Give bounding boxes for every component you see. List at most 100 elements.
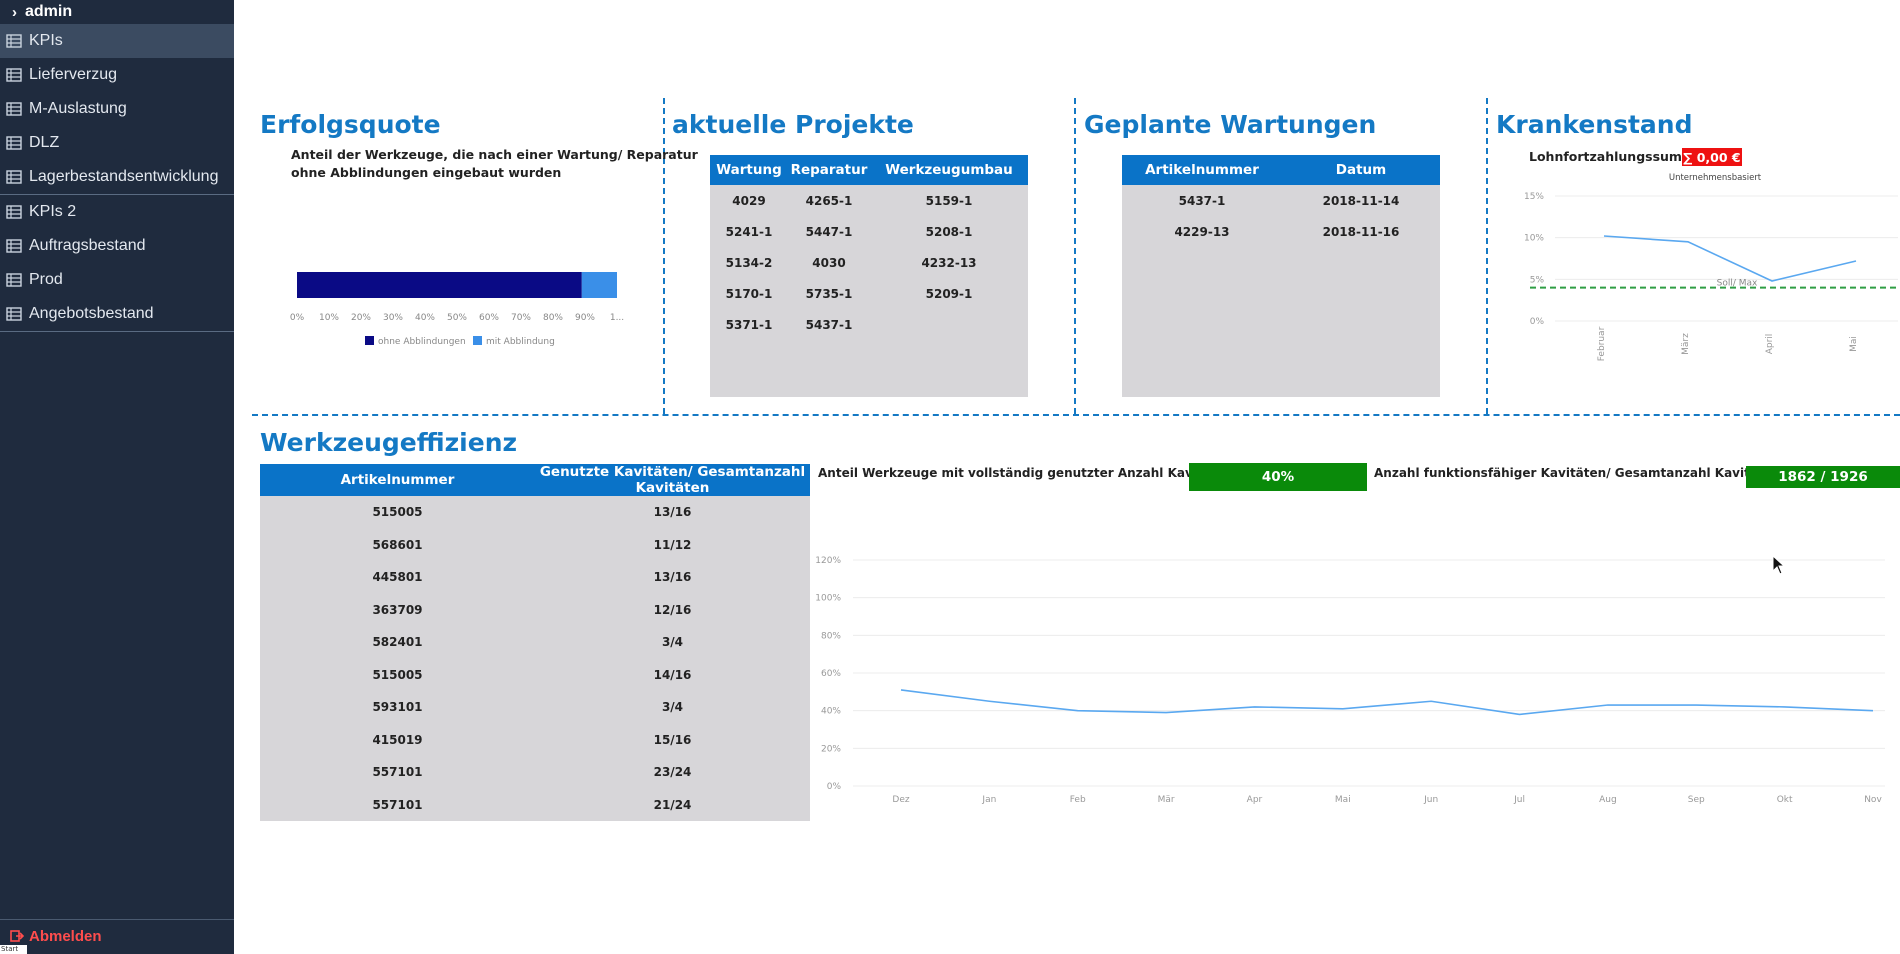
sidebar-item-angebotsbestand[interactable]: Angebotsbestand [0,297,234,331]
effizienz-chart: 0% 20% 40% 60% 80% 100% 120% Dez Jan Feb Mär Apr Mai… [815,556,1885,805]
user-menu[interactable]: › admin [0,0,234,24]
table-icon [6,205,22,219]
projekte-table: Wartung Reparatur Werkzeugumbau 4029 4265-1… [710,155,1028,340]
tick-label: 10% [319,313,339,323]
table-cell: 23/24 [653,765,692,780]
tick-label: Dez [892,795,909,805]
sidebar-item-kpis-2[interactable]: KPIs 2 [0,195,234,229]
sidebar-item-label: DLZ [29,134,60,151]
column-header: Wartung [710,155,788,185]
section-divider-horizontal [252,414,1900,416]
section-divider [1074,98,1076,414]
wartungen-table: Artikelnummer Datum 5437-1 2018-11-14 4229-… [1122,155,1440,247]
table-cell: 557101 [372,797,423,812]
chevron-right-icon: › [12,3,17,21]
table-row: 593101 3/4 [260,691,810,724]
sidebar-item-label: Lieferverzug [29,66,118,83]
table-icon [6,102,22,116]
bar-segment [297,272,582,298]
table-cell: 4232-13 [921,255,977,270]
nav-group-1: KPIs Lieferverzug M-Auslastung DLZ Lagerbest… [0,24,234,194]
tick-label: 30% [383,313,403,323]
section-divider [1486,98,1488,414]
nav-divider [0,331,234,332]
tick-label: Sep [1688,795,1705,805]
table-cell: 515005 [372,505,423,520]
sidebar-item-m-auslastung[interactable]: M-Auslastung [0,92,234,126]
logout-button[interactable]: Abmelden [0,919,234,952]
table-cell: 5371-1 [725,317,773,332]
tick-label: 40% [415,313,435,323]
tick-label: 15% [1524,192,1544,202]
sidebar-item-dlz[interactable]: DLZ [0,126,234,160]
table-cell: 4229-13 [1174,224,1230,239]
tick-label: 5% [1530,275,1545,285]
tick-label: Okt [1777,795,1793,805]
effizienz-title: Werkzeugeffizienz [260,428,518,457]
table-cell: 593101 [372,700,423,715]
tick-label: 20% [351,313,371,323]
erfolgsquote-subtitle: Anteil der Werkzeuge, die nach einer War… [291,146,698,182]
table-cell: 12/16 [653,602,692,617]
sidebar-item-auftragsbestand[interactable]: Auftragsbestand [0,229,234,263]
table-cell: 582401 [372,635,423,650]
table-cell: 4265-1 [805,193,853,208]
tick-label: Mai [1849,336,1859,352]
table-cell: 11/12 [653,537,692,552]
sidebar: › admin KPIs Lieferverzug M-Auslastung DLZ L… [0,0,234,954]
sidebar-item-prod[interactable]: Prod [0,263,234,297]
erfolgsquote-chart: 0% 10% 20% 30% 40% 50% 60% 70% 80% 90% 1... ohne Ab… [290,272,624,347]
table-cell: 5437-1 [1178,193,1226,208]
column-header: Genutzte Kavitäten/ Gesamtanzahl Kavität… [535,464,810,496]
logout-icon [10,930,24,942]
table-row: 515005 14/16 [260,659,810,692]
table-icon [6,239,22,253]
tick-label: 0% [827,782,842,792]
sidebar-item-lieferverzug[interactable]: Lieferverzug [0,58,234,92]
table-cell: 5159-1 [925,193,973,208]
kpi1-label: Anteil Werkzeuge mit vollständig genutzt… [818,466,1234,480]
table-row: 4229-13 2018-11-16 [1122,216,1440,247]
tick-label: 70% [511,313,531,323]
legend-label: mit Abblindung [486,337,555,347]
table-cell: 4029 [732,193,766,208]
tick-label: Mai [1335,795,1351,805]
reference-line-label: Soll/ Max [1717,279,1758,289]
kpi1-value: 40% [1189,463,1367,491]
wartungen-title: Geplante Wartungen [1084,110,1377,139]
tick-label: 0% [1530,317,1545,327]
kpi2-value: 1862 / 1926 [1746,466,1900,488]
table-cell: 5447-1 [805,224,853,239]
column-header: Werkzeugumbau [870,155,1028,185]
table-row: 5437-1 2018-11-14 [1122,185,1440,216]
table-icon [6,68,22,82]
table-cell: 363709 [372,602,423,617]
tick-label: Februar [1597,326,1607,361]
nav-group-2: KPIs 2 Auftragsbestand Prod Angebotsbestand [0,195,234,331]
tick-label: Jan [981,795,996,805]
tick-label: Mär [1158,795,1175,805]
column-header: Artikelnummer [260,464,535,496]
table-cell [870,309,1028,340]
table-cell: 21/24 [653,797,692,812]
sidebar-item-label: M-Auslastung [29,100,127,117]
sidebar-item-kpis[interactable]: KPIs [0,24,234,58]
table-cell: 5241-1 [725,224,773,239]
table-cell: 15/16 [653,732,692,747]
table-cell: 2018-11-14 [1322,193,1400,208]
tick-label: 0% [290,313,305,323]
tick-label: Jul [1513,795,1525,805]
sidebar-item-label: KPIs [29,32,63,49]
erfolgsquote-subtitle-line1: Anteil der Werkzeuge, die nach einer War… [291,147,698,162]
column-header: Reparatur [788,155,870,185]
sidebar-item-lagerbestandsentwicklung[interactable]: Lagerbestandsentwicklung [0,160,234,194]
table-row: 582401 3/4 [260,626,810,659]
mouse-cursor-icon [1772,555,1786,575]
sidebar-item-label: Prod [29,271,63,288]
table-row: 4029 4265-1 5159-1 [710,185,1028,216]
legend-label: ohne Abblindungen [378,337,466,347]
table-icon [6,273,22,287]
table-cell: 445801 [372,570,423,585]
table-row: 515005 13/16 [260,496,810,529]
table-row: 5241-1 5447-1 5208-1 [710,216,1028,247]
